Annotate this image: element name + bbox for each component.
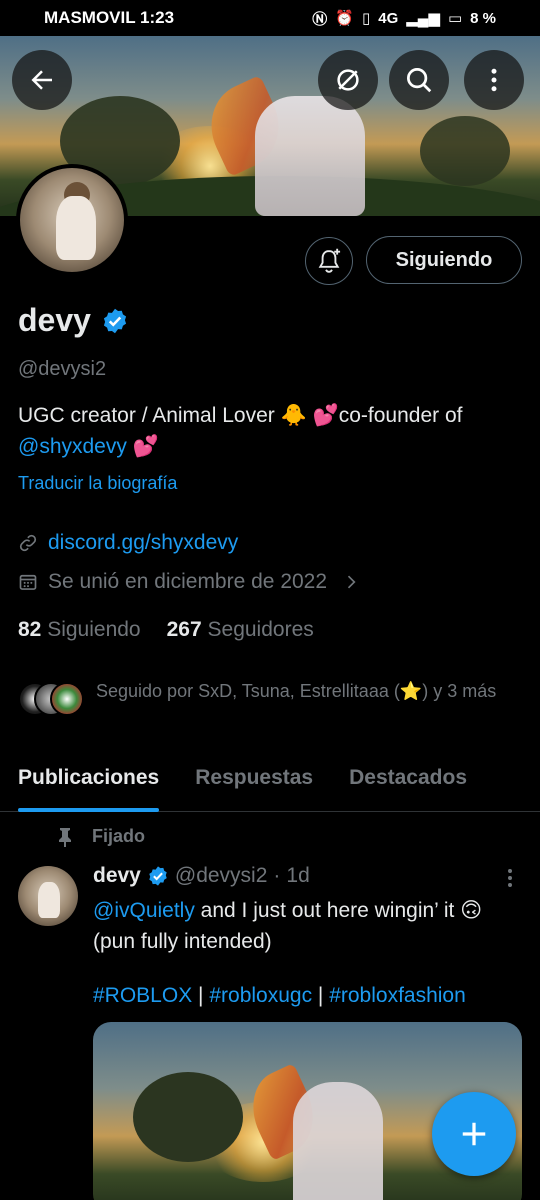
profile-tabs: Publicaciones Respuestas Destacados <box>0 750 540 812</box>
bio-text: UGC creator / Animal Lover 🐥 💕co-founder… <box>18 404 463 427</box>
network-label: 4G <box>378 9 399 27</box>
search-icon <box>407 68 432 93</box>
following-label: Siguiendo <box>47 618 141 641</box>
tweet-header: devy @devysi2 · 1d <box>93 864 310 888</box>
tab-respuestas[interactable]: Respuestas <box>177 750 331 811</box>
nfc-icon: Ⓝ <box>312 10 328 28</box>
following-count: 82 <box>18 618 42 641</box>
banner-figure <box>255 96 365 216</box>
compose-plus-icon <box>462 1122 486 1146</box>
followers-count: 267 <box>166 618 202 641</box>
profile-name-row: devy <box>18 302 129 339</box>
bell-plus-icon <box>318 248 341 273</box>
tweet-timestamp[interactable]: 1d <box>286 864 309 888</box>
avatar <box>50 682 84 716</box>
followers-count-link[interactable]: 267 Seguidores <box>167 618 314 642</box>
bio-mention-link[interactable]: @shyxdevy <box>18 435 127 458</box>
back-button[interactable] <box>12 50 72 110</box>
hashtag-separator: | <box>312 984 330 1007</box>
battery-level: 8 % <box>470 9 496 27</box>
back-arrow-icon <box>31 70 52 90</box>
tab-destacados[interactable]: Destacados <box>331 750 485 811</box>
followed-by-row[interactable]: Seguido por SxD, Tsuna, Estrellitaaa (⭐)… <box>18 678 516 722</box>
signal-icon: ▂▄▆ <box>406 10 440 27</box>
profile-handle: @devysi2 <box>18 358 107 380</box>
joined-row[interactable]: Se unió en diciembre de 2022 <box>18 570 361 594</box>
more-vertical-icon[interactable] <box>500 866 520 890</box>
banner-tree <box>420 116 510 186</box>
battery-icon: ▭ <box>447 10 463 27</box>
profile-bio: UGC creator / Animal Lover 🐥 💕co-founder… <box>18 400 518 462</box>
no-sync-icon <box>337 69 359 91</box>
hashtag-link[interactable]: #robloxfashion <box>329 984 466 1007</box>
hashtag-separator: | <box>192 984 210 1007</box>
media-figure <box>293 1082 383 1200</box>
carrier-time: MASMOVIL 1:23 <box>44 8 175 27</box>
more-button[interactable] <box>464 50 524 110</box>
following-button[interactable]: Siguiendo <box>366 236 522 284</box>
calendar-icon <box>19 574 37 590</box>
status-icons: Ⓝ ⏰ ▯ 4G ▂▄▆ ▭ 8 % <box>312 8 496 29</box>
pinned-indicator: Fijado <box>56 826 145 847</box>
link-icon <box>19 534 37 552</box>
tweet-text: @ivQuietly and I just out here wingin’ i… <box>93 895 523 957</box>
tweet-avatar[interactable] <box>18 866 78 926</box>
pinned-label: Fijado <box>92 826 145 846</box>
vibrate-icon: ▯ <box>361 10 371 27</box>
compose-button[interactable] <box>432 1092 516 1176</box>
avatar-person <box>38 882 60 918</box>
verified-badge-icon <box>149 866 167 886</box>
followed-by-text: Seguido por SxD, Tsuna, Estrellitaaa (⭐)… <box>96 681 497 701</box>
verified-badge-icon[interactable] <box>101 307 129 335</box>
hashtag-link[interactable]: #ROBLOX <box>93 984 192 1007</box>
profile-avatar[interactable] <box>16 164 128 276</box>
pin-icon <box>59 827 71 847</box>
tab-publicaciones[interactable]: Publicaciones <box>0 750 177 812</box>
tweet-mention-link[interactable]: @ivQuietly <box>93 899 195 922</box>
chevron-right-icon <box>347 575 356 589</box>
joined-date: Se unió en diciembre de 2022 <box>48 570 328 593</box>
media-tree <box>133 1072 243 1162</box>
tweet-hashtags: #ROBLOX | #robloxugc | #robloxfashion <box>93 984 466 1008</box>
search-button[interactable] <box>389 50 449 110</box>
followed-by-avatars <box>18 682 86 722</box>
follow-counts: 82 Siguiendo 267 Seguidores <box>18 618 314 642</box>
avatar-person <box>56 196 96 260</box>
status-bar: MASMOVIL 1:23 Ⓝ ⏰ ▯ 4G ▂▄▆ ▭ 8 % <box>0 0 540 36</box>
more-vertical-icon <box>491 68 497 92</box>
hashtag-link[interactable]: #robloxugc <box>209 984 312 1007</box>
tweet-author-name[interactable]: devy <box>93 864 141 888</box>
sync-button[interactable] <box>318 50 378 110</box>
notifications-button[interactable] <box>305 237 353 285</box>
alarm-icon: ⏰ <box>335 10 354 27</box>
website-link[interactable]: discord.gg/shyxdevy <box>48 531 238 555</box>
website-row: discord.gg/shyxdevy <box>18 531 238 555</box>
tweet-separator: · <box>273 864 281 887</box>
translate-bio-link[interactable]: Traducir la biografía <box>18 473 177 494</box>
following-count-link[interactable]: 82 Siguiendo <box>18 618 141 642</box>
profile-name: devy <box>18 302 91 338</box>
tweet-author-handle[interactable]: @devysi2 <box>175 864 268 888</box>
bio-text-end: 💕 <box>126 435 159 458</box>
followers-label: Seguidores <box>207 618 314 641</box>
